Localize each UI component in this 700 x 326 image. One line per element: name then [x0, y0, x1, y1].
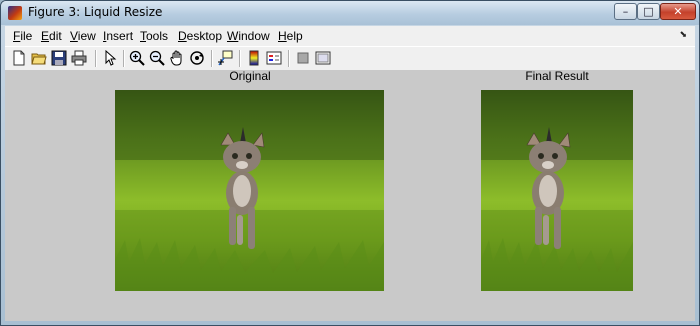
- minimize-icon: –: [622, 5, 629, 18]
- toolbar-separator: [288, 50, 290, 67]
- toolbar-separator: [123, 50, 125, 67]
- menu-window[interactable]: Window: [227, 29, 270, 43]
- figure-canvas: Original Final Result: [5, 69, 695, 321]
- minimize-button[interactable]: –: [614, 3, 637, 20]
- zoom-in-icon[interactable]: [129, 50, 145, 66]
- matlab-logo-icon: [8, 6, 22, 20]
- menu-view[interactable]: View: [70, 29, 96, 43]
- close-icon: ✕: [673, 5, 683, 18]
- original-image: [115, 90, 384, 291]
- menu-insert[interactable]: Insert: [103, 29, 133, 43]
- axes-title-final-result: Final Result: [525, 69, 589, 83]
- menu-bar: File Edit View Insert Tools Desktop Wind…: [5, 26, 695, 46]
- rotate-3d-icon[interactable]: [189, 50, 205, 66]
- toolbar-separator: [211, 50, 213, 67]
- legend-icon[interactable]: [266, 50, 282, 66]
- window-title: Figure 3: Liquid Resize: [28, 5, 163, 19]
- close-button[interactable]: ✕: [660, 3, 696, 20]
- menu-desktop[interactable]: Desktop: [178, 29, 222, 43]
- menu-tools[interactable]: Tools: [140, 29, 168, 43]
- kitten-photo-resized: [481, 90, 633, 291]
- toolbar-separator: [95, 50, 97, 67]
- pan-hand-icon[interactable]: [169, 50, 185, 66]
- dock-arrow-icon[interactable]: ⬊: [679, 30, 687, 40]
- final-result-image: [481, 90, 633, 291]
- new-figure-icon[interactable]: [11, 50, 27, 66]
- menu-help[interactable]: Help: [278, 29, 303, 43]
- figure-toolbar: [5, 46, 695, 71]
- figure-window: Figure 3: Liquid Resize – □ ✕ File Edit …: [0, 0, 700, 326]
- open-file-icon[interactable]: [31, 50, 47, 66]
- kitten-photo: [115, 90, 384, 291]
- axes-title-original: Original: [229, 69, 271, 83]
- maximize-button[interactable]: □: [637, 3, 660, 20]
- print-icon[interactable]: [71, 50, 87, 66]
- menu-file[interactable]: File: [13, 29, 32, 43]
- title-bar[interactable]: Figure 3: Liquid Resize – □ ✕: [1, 1, 699, 25]
- hide-plot-tools-icon[interactable]: [295, 50, 311, 66]
- colorbar-icon[interactable]: [246, 50, 262, 66]
- show-plot-tools-icon[interactable]: [315, 50, 331, 66]
- maximize-icon: □: [643, 5, 654, 18]
- menu-edit[interactable]: Edit: [41, 29, 62, 43]
- toolbar-separator: [239, 50, 241, 67]
- data-cursor-icon[interactable]: [217, 50, 233, 66]
- zoom-out-icon[interactable]: [149, 50, 165, 66]
- save-icon[interactable]: [51, 50, 67, 66]
- edit-plot-arrow-icon[interactable]: [102, 50, 118, 66]
